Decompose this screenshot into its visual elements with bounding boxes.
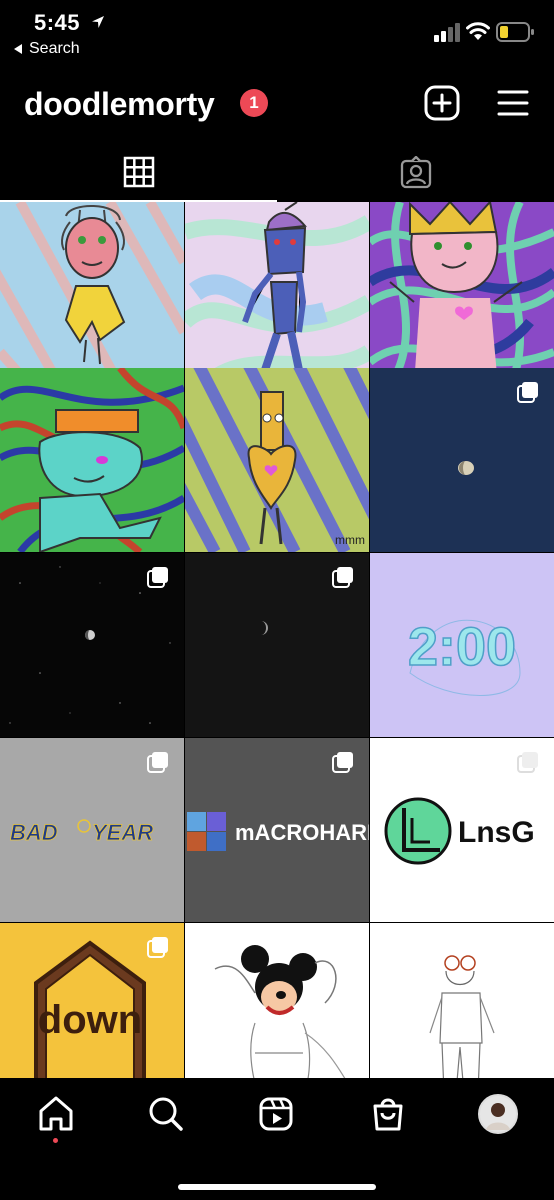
status-time: 5:45	[34, 10, 81, 35]
post-thumbnail[interactable]	[185, 923, 369, 1078]
tab-tagged[interactable]	[277, 144, 554, 202]
post-grid: mmm 2:00 BAD YEAR mACROHARD LnsG down	[0, 202, 554, 1078]
hamburger-menu-button[interactable]	[496, 87, 530, 119]
notification-badge[interactable]: 1	[240, 89, 268, 117]
post-thumbnail[interactable]: mACROHARD	[185, 738, 369, 922]
post-image: mmm	[185, 368, 369, 552]
search-icon	[149, 1097, 183, 1131]
multi-photo-icon	[332, 567, 353, 588]
reels-icon	[259, 1097, 293, 1131]
post-thumbnail[interactable]: mmm	[185, 368, 369, 552]
nav-profile[interactable]	[476, 1092, 520, 1136]
home-indicator	[178, 1184, 376, 1190]
post-thumbnail[interactable]	[0, 368, 184, 552]
post-thumbnail[interactable]: LnsG	[370, 738, 554, 922]
profile-tab-bar	[0, 144, 554, 202]
nav-reels[interactable]	[254, 1092, 298, 1136]
wifi-icon	[466, 22, 490, 40]
location-arrow-icon	[92, 16, 104, 28]
profile-username[interactable]: doodlemorty	[24, 86, 215, 123]
multi-photo-icon	[147, 937, 168, 958]
post-thumbnail[interactable]: 2:00	[370, 553, 554, 737]
logo-text: down	[38, 998, 142, 1042]
signature-text: mmm	[335, 533, 365, 547]
logo-text: YEAR	[92, 820, 153, 845]
tagged-person-icon	[400, 156, 431, 189]
time-art-text: 2:00	[408, 617, 516, 677]
multi-photo-icon	[332, 752, 353, 773]
tab-posts-grid[interactable]	[0, 144, 277, 202]
nav-search[interactable]	[144, 1092, 188, 1136]
nav-home[interactable]	[34, 1092, 78, 1136]
home-icon	[39, 1096, 73, 1131]
post-image	[185, 202, 369, 386]
post-image	[0, 202, 184, 386]
multi-photo-icon	[517, 752, 538, 773]
new-post-button[interactable]	[424, 85, 460, 121]
status-bar: 5:45 Search	[0, 0, 554, 72]
grid-icon	[123, 156, 154, 188]
multi-photo-icon	[147, 752, 168, 773]
post-image: 2:00	[370, 553, 554, 737]
back-label: Search	[29, 40, 80, 57]
avatar	[478, 1094, 518, 1134]
post-thumbnail[interactable]	[370, 202, 554, 386]
logo-text: mACROHARD	[235, 820, 369, 845]
post-image	[370, 202, 554, 386]
profile-header: doodlemorty 1	[0, 72, 554, 144]
post-thumbnail[interactable]	[370, 368, 554, 552]
back-to-search-link[interactable]: Search	[14, 40, 80, 58]
back-arrow-icon	[14, 44, 22, 54]
post-image	[370, 923, 554, 1078]
shopping-bag-icon	[373, 1098, 403, 1131]
bottom-navigation	[0, 1078, 554, 1200]
cellular-signal-icon	[434, 23, 460, 42]
post-thumbnail[interactable]	[0, 553, 184, 737]
post-thumbnail[interactable]: BAD YEAR	[0, 738, 184, 922]
post-thumbnail[interactable]	[0, 202, 184, 386]
logo-text: BAD	[10, 820, 58, 845]
post-thumbnail[interactable]	[370, 923, 554, 1078]
home-activity-dot	[53, 1138, 58, 1143]
post-image	[185, 923, 369, 1078]
post-thumbnail[interactable]: down	[0, 923, 184, 1078]
multi-photo-icon	[147, 567, 168, 588]
nav-shop[interactable]	[366, 1092, 410, 1136]
post-thumbnail[interactable]	[185, 202, 369, 386]
battery-icon	[496, 22, 534, 42]
post-thumbnail[interactable]	[185, 553, 369, 737]
logo-text: LnsG	[458, 816, 535, 849]
multi-photo-icon	[517, 382, 538, 403]
post-image	[0, 368, 184, 552]
